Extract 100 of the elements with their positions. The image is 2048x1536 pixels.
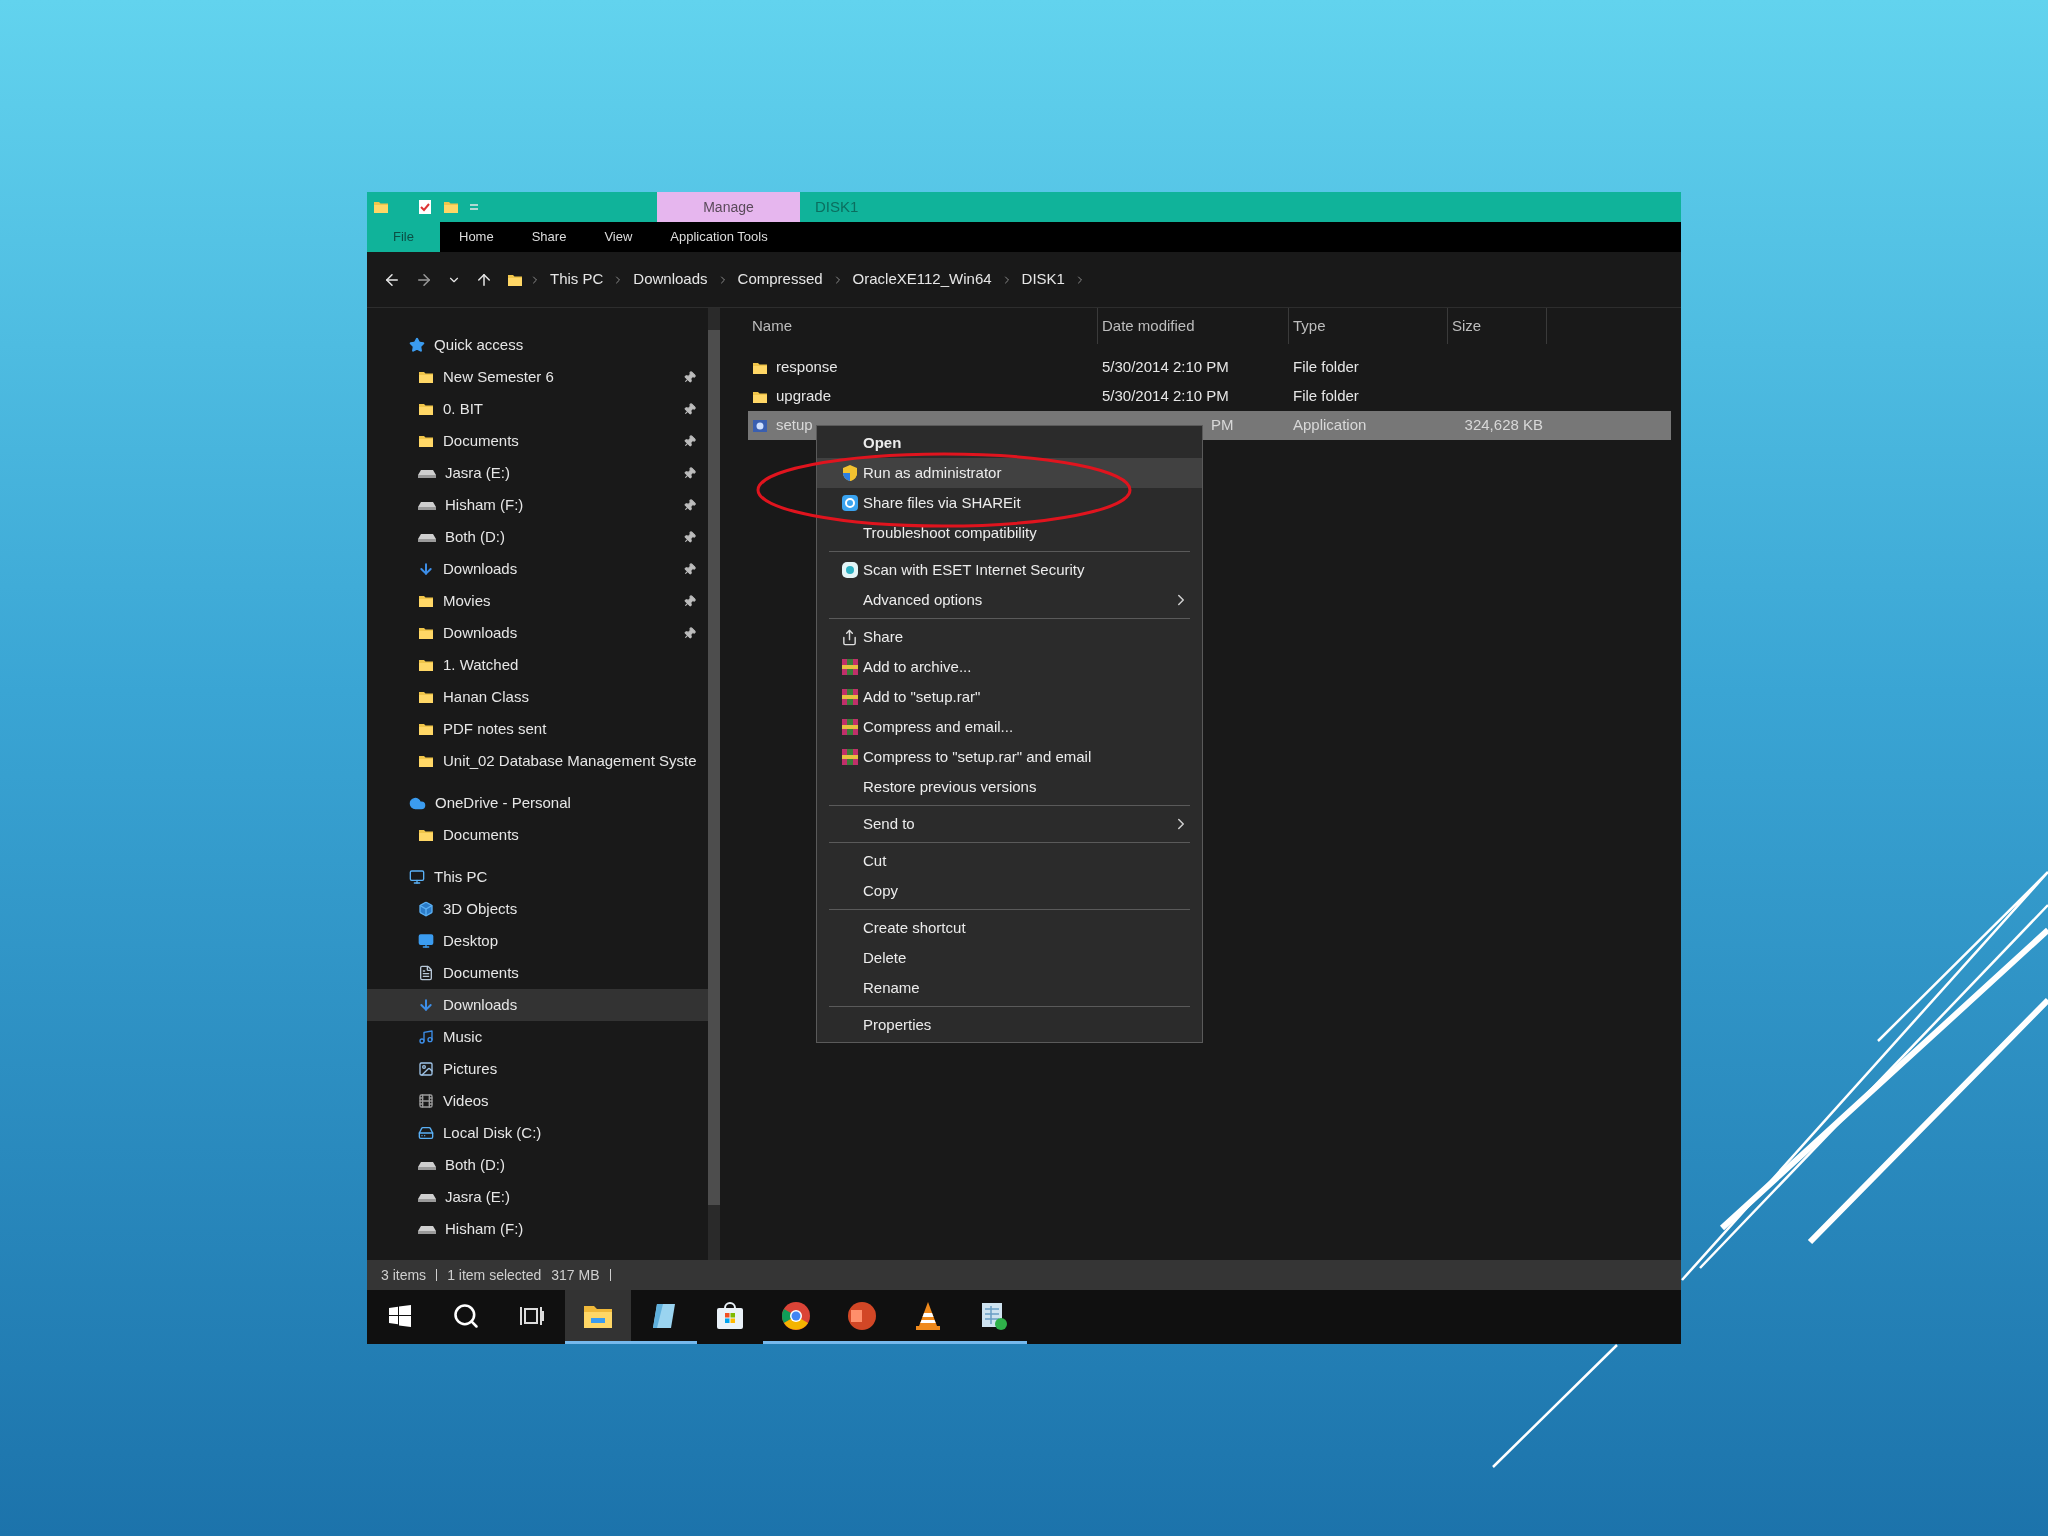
breadcrumb-item[interactable]: This PC: [547, 268, 607, 291]
menu-item[interactable]: Compress and email...: [817, 712, 1202, 742]
folder-icon: [418, 657, 434, 673]
folder-icon: [418, 689, 434, 705]
cube-icon: [418, 901, 434, 917]
menu-item[interactable]: Share: [817, 622, 1202, 652]
breadcrumb-item[interactable]: Compressed: [734, 268, 826, 291]
breadcrumb-item[interactable]: Downloads: [630, 268, 711, 291]
navigation-item[interactable]: Desktop: [367, 925, 709, 957]
navigation-item[interactable]: Documents: [367, 425, 709, 457]
navigation-item[interactable]: 0. BIT: [367, 393, 709, 425]
properties-icon: [417, 199, 433, 215]
ribbon-tab[interactable]: File: [367, 222, 440, 252]
navigation-item[interactable]: Videos: [367, 1085, 709, 1117]
contextual-tab[interactable]: Manage: [657, 192, 800, 222]
breadcrumb-item[interactable]: OracleXE112_Win64: [849, 268, 995, 291]
archive-icon: [841, 658, 859, 676]
star-icon: [409, 337, 425, 353]
navigation-item[interactable]: PDF notes sent: [367, 713, 709, 745]
file-size: 324,628 KB: [1464, 415, 1543, 436]
menu-item[interactable]: Troubleshoot compatibility: [817, 518, 1202, 548]
menu-item[interactable]: Add to archive...: [817, 652, 1202, 682]
drive-icon: [418, 531, 436, 543]
date-modified: PM: [1211, 416, 1234, 434]
drive-icon: [418, 1159, 436, 1171]
column-header[interactable]: Type: [1289, 308, 1448, 344]
menu-item[interactable]: Rename: [817, 973, 1202, 1003]
navigation-item[interactable]: Both (D:): [367, 1149, 709, 1181]
menu-item[interactable]: Restore previous versions: [817, 772, 1202, 802]
menu-item[interactable]: Share files via SHAREit: [817, 488, 1202, 518]
column-header[interactable]: Date modified: [1098, 308, 1289, 344]
navigation-item[interactable]: OneDrive - Personal: [367, 787, 709, 819]
menu-item[interactable]: Run as administrator: [817, 458, 1202, 488]
navigation-item[interactable]: New Semester 6: [367, 361, 709, 393]
date-modified: 5/30/2014 2:10 PM: [1102, 387, 1229, 405]
menu-item[interactable]: Scan with ESET Internet Security: [817, 555, 1202, 585]
navigation-item[interactable]: Quick access: [367, 329, 709, 361]
shield-icon: [841, 464, 859, 482]
menu-item[interactable]: Properties: [817, 1010, 1202, 1040]
file-row[interactable]: response 5/30/2014 2:10 PM File folder: [748, 353, 1671, 382]
navigation-item[interactable]: Hisham (F:): [367, 1213, 709, 1245]
file-name: setup: [776, 415, 813, 436]
presentation-icon: [847, 1300, 877, 1331]
file-row[interactable]: upgrade 5/30/2014 2:10 PM File folder: [748, 382, 1671, 411]
windows-logo-icon: [389, 1304, 411, 1327]
folder-icon: [418, 625, 434, 641]
column-header[interactable]: Size: [1448, 308, 1547, 344]
menu-item[interactable]: Advanced options: [817, 585, 1202, 615]
navigation-item[interactable]: Hisham (F:): [367, 489, 709, 521]
menu-item[interactable]: Create shortcut: [817, 913, 1202, 943]
column-header[interactable]: Name: [748, 308, 1098, 344]
eset-icon: [841, 561, 859, 579]
navigation-item[interactable]: Unit_02 Database Management Syste: [367, 745, 709, 777]
folder-icon: [418, 721, 434, 737]
menu-item[interactable]: Compress to "setup.rar" and email: [817, 742, 1202, 772]
file-type: File folder: [1293, 358, 1359, 376]
film-icon: [418, 1093, 434, 1109]
navigation-item[interactable]: Documents: [367, 957, 709, 989]
menu-item[interactable]: Add to "setup.rar": [817, 682, 1202, 712]
archive-icon: [841, 688, 859, 706]
navigation-item[interactable]: 1. Watched: [367, 649, 709, 681]
navigation-item[interactable]: Local Disk (C:): [367, 1117, 709, 1149]
navigation-item[interactable]: Downloads: [367, 553, 709, 585]
archive-icon: [841, 748, 859, 766]
breadcrumb-item[interactable]: DISK1: [1018, 268, 1068, 291]
shareit-icon: [841, 494, 859, 512]
navigation-item[interactable]: 3D Objects: [367, 893, 709, 925]
traffic-cone-icon: [914, 1300, 942, 1331]
search-icon: [452, 1301, 480, 1330]
navigation-item[interactable]: Downloads: [367, 989, 709, 1021]
navigation-item[interactable]: Downloads: [367, 617, 709, 649]
share-icon: [841, 628, 858, 646]
menu-item[interactable]: Send to: [817, 809, 1202, 839]
music-icon: [418, 1029, 434, 1045]
folder-icon: [418, 753, 434, 769]
selection-info: 1 item selected: [447, 1265, 542, 1285]
drive-icon: [418, 1191, 436, 1203]
item-count: 3 items: [381, 1265, 427, 1285]
navigation-item[interactable]: Pictures: [367, 1053, 709, 1085]
navigation-item[interactable]: Music: [367, 1021, 709, 1053]
navigation-item[interactable]: Hanan Class: [367, 681, 709, 713]
drive-icon: [418, 467, 436, 479]
spreadsheet-icon: [980, 1300, 1008, 1331]
menu-item[interactable]: Cut: [817, 846, 1202, 876]
navigation-item[interactable]: Documents: [367, 819, 709, 851]
file-type: File folder: [1293, 387, 1359, 405]
menu-item[interactable]: Copy: [817, 876, 1202, 906]
file-name: response: [776, 357, 838, 378]
navigation-item[interactable]: Movies: [367, 585, 709, 617]
navigation-item[interactable]: Both (D:): [367, 521, 709, 553]
taskbar-button[interactable]: [565, 1290, 631, 1344]
navigation-item[interactable]: Jasra (E:): [367, 457, 709, 489]
download-icon: [418, 561, 434, 577]
folder-icon: [418, 433, 434, 449]
navigation-item[interactable]: Jasra (E:): [367, 1181, 709, 1213]
navigation-item[interactable]: This PC: [367, 861, 709, 893]
shopping-bag-icon: [715, 1300, 745, 1331]
menu-item[interactable]: Delete: [817, 943, 1202, 973]
window-title: DISK1: [815, 196, 859, 217]
drive-icon: [418, 499, 436, 511]
